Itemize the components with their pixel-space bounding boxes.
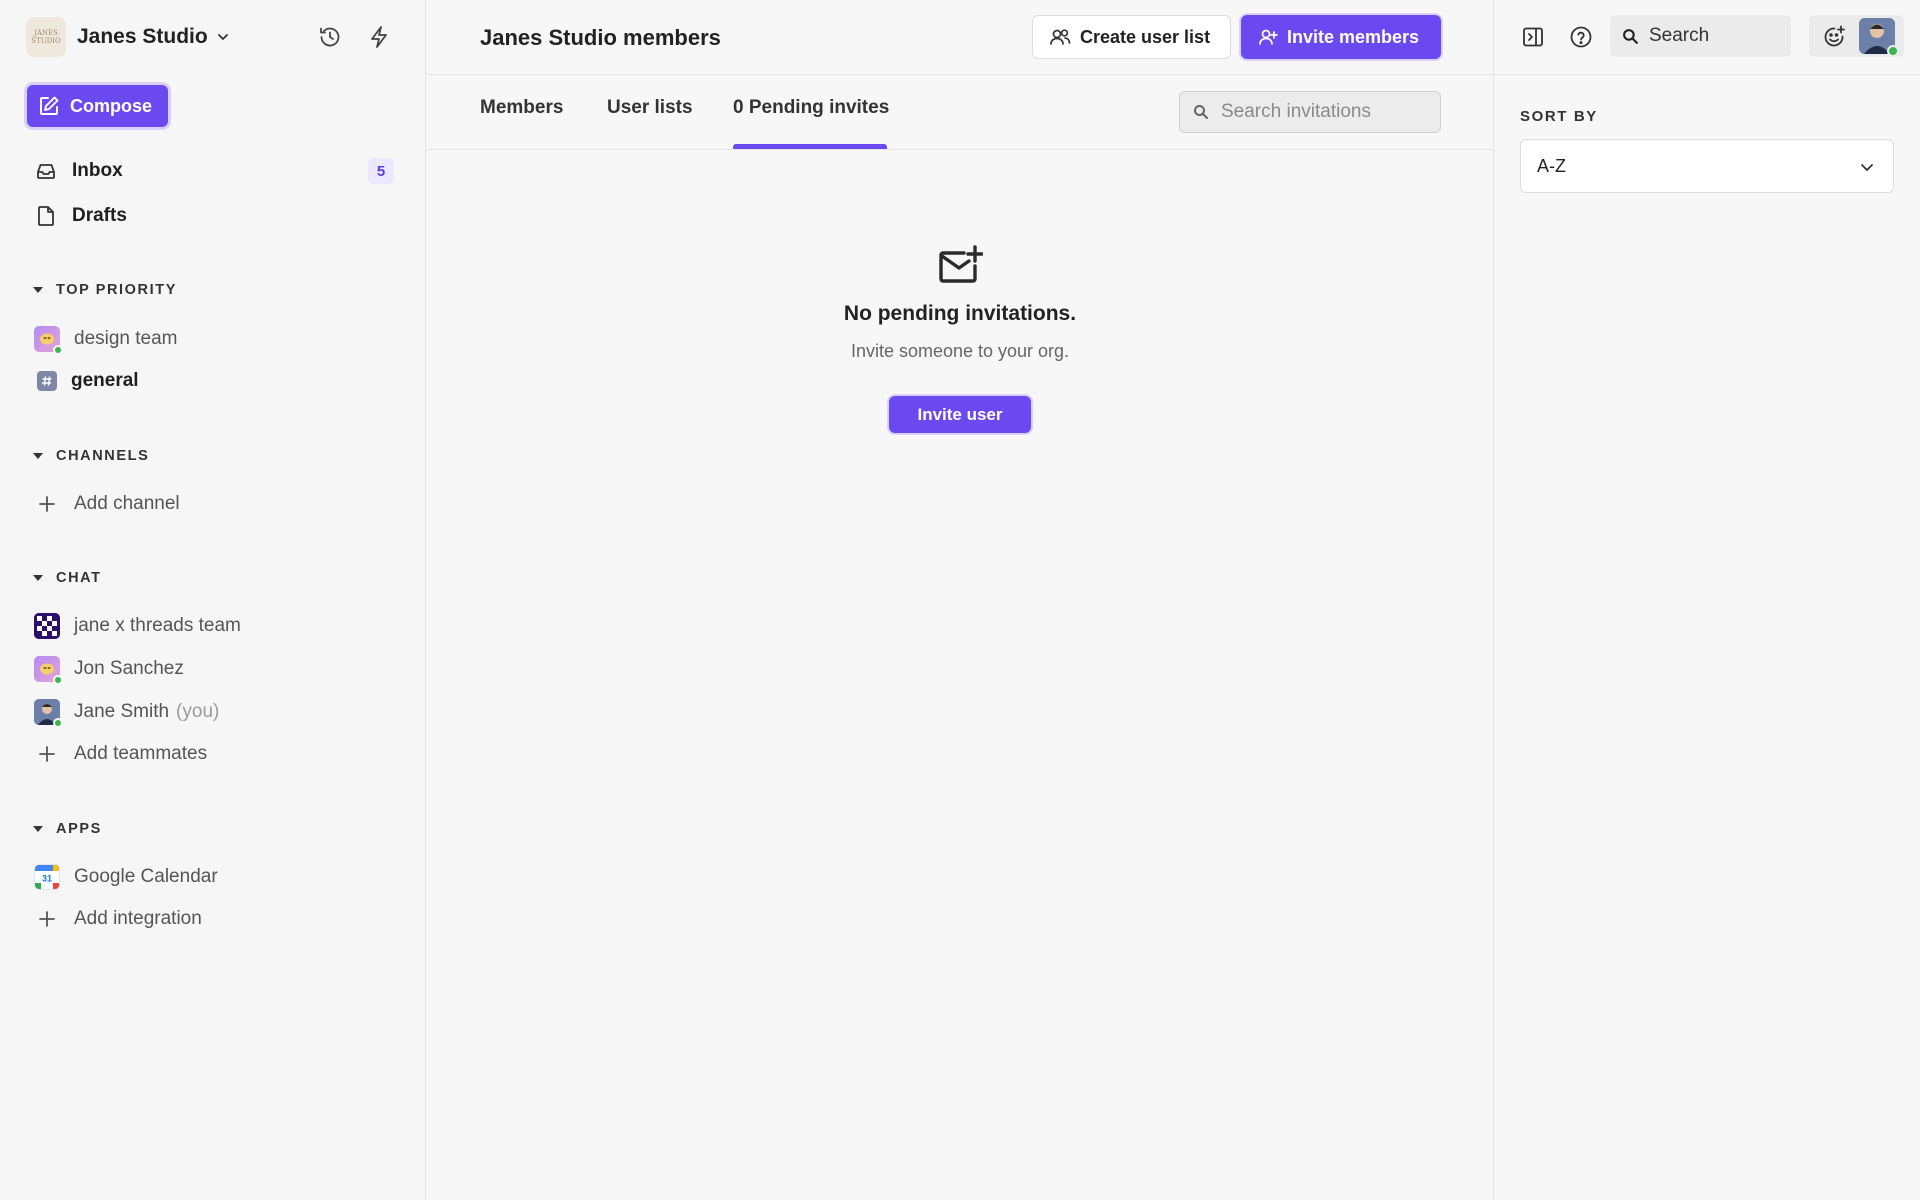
tab-pending-invites[interactable]: 0 Pending invites	[733, 97, 889, 119]
invite-user-button[interactable]: Invite user	[889, 396, 1031, 433]
plus-icon	[34, 741, 60, 767]
help-icon[interactable]	[1566, 22, 1596, 52]
sidebar-item-drafts[interactable]: Drafts	[34, 199, 394, 233]
invite-members-button[interactable]: Invite members	[1241, 15, 1441, 59]
chat-label: Jon Sanchez	[74, 658, 184, 679]
channel-label: design team	[74, 328, 178, 349]
caret-down-icon	[33, 575, 43, 581]
hash-icon	[37, 371, 57, 391]
add-integration-button[interactable]: Add integration	[34, 902, 394, 936]
section-channels[interactable]: CHANNELS	[32, 446, 149, 466]
channel-label: general	[71, 370, 139, 391]
chevron-down-icon	[1861, 164, 1873, 171]
sidebar-item-design-team[interactable]: design team	[34, 322, 394, 356]
compose-label: Compose	[70, 95, 153, 116]
right-panel: Search SORT BY A-Z	[1493, 0, 1920, 1200]
header-divider	[1494, 74, 1920, 75]
tab-user-lists[interactable]: User lists	[607, 97, 693, 119]
inbox-icon	[37, 164, 55, 179]
inbox-label: Inbox	[72, 160, 123, 181]
group-avatar	[34, 613, 60, 639]
sidebar-item-jane-x-threads-team[interactable]: jane x threads team	[34, 609, 394, 643]
search-icon	[1623, 28, 1638, 44]
self-indicator: (you)	[176, 701, 220, 722]
section-title: CHAT	[56, 570, 102, 586]
online-indicator	[53, 345, 63, 355]
tab-members[interactable]: Members	[480, 97, 563, 119]
add-teammates-label: Add teammates	[74, 743, 208, 764]
add-channel-button[interactable]: Add channel	[34, 487, 394, 521]
search-invitations-field[interactable]	[1179, 91, 1441, 133]
online-indicator	[1887, 45, 1899, 57]
create-user-list-button[interactable]: Create user list	[1032, 15, 1231, 59]
sidebar-item-jane-smith[interactable]: Jane Smith (you)	[34, 695, 394, 729]
add-integration-label: Add integration	[74, 908, 202, 929]
search-icon	[1194, 105, 1208, 119]
empty-state: No pending invitations. Invite someone t…	[427, 244, 1493, 433]
sidebar: JANES STUDIO Janes Studio Compose Inbox …	[0, 0, 426, 1200]
emoji-add-icon[interactable]	[1821, 24, 1847, 50]
members-main: Janes Studio members Create user list In…	[427, 0, 1493, 1200]
status-area	[1809, 15, 1904, 57]
group-avatar	[34, 326, 63, 355]
user-plus-icon	[1259, 29, 1278, 45]
chat-label: Jane Smith	[74, 701, 170, 722]
empty-state-subtitle: Invite someone to your org.	[850, 341, 1070, 361]
section-title: CHANNELS	[56, 448, 150, 464]
empty-state-title: No pending invitations.	[843, 302, 1077, 325]
inbox-count-badge: 5	[368, 158, 394, 184]
sort-by-label: SORT BY	[1520, 108, 1598, 125]
header-divider	[427, 74, 1493, 75]
caret-down-icon	[33, 826, 43, 832]
workspace-switcher[interactable]: JANES STUDIO Janes Studio	[26, 17, 230, 57]
caret-down-icon	[33, 287, 43, 293]
section-top-priority[interactable]: TOP PRIORITY	[32, 280, 177, 300]
user-avatar	[34, 656, 63, 685]
lightning-icon[interactable]	[364, 22, 394, 52]
online-indicator	[53, 718, 63, 728]
sidebar-item-general[interactable]: general	[34, 364, 394, 398]
tabs-divider	[427, 149, 1493, 150]
drafts-label: Drafts	[72, 205, 127, 226]
page-title: Janes Studio members	[480, 25, 721, 50]
caret-down-icon	[33, 453, 43, 459]
add-teammates-button[interactable]: Add teammates	[34, 737, 394, 771]
calendar-day-text: 31	[42, 874, 52, 884]
section-apps[interactable]: APPS	[32, 819, 102, 839]
sort-by-select[interactable]: A-Z	[1520, 139, 1894, 193]
online-indicator	[53, 675, 63, 685]
sidebar-item-inbox[interactable]: Inbox 5	[34, 154, 394, 188]
section-title: TOP PRIORITY	[56, 282, 177, 298]
invite-members-label: Invite members	[1287, 26, 1420, 47]
plus-icon	[34, 491, 60, 517]
sort-by-value: A-Z	[1537, 155, 1566, 176]
compose-button[interactable]: Compose	[27, 85, 168, 127]
chat-label: jane x threads team	[74, 615, 241, 636]
app-label: Google Calendar	[74, 866, 218, 887]
workspace-logo: JANES STUDIO	[26, 17, 66, 57]
plus-icon	[34, 906, 60, 932]
sidebar-item-google-calendar[interactable]: 31 Google Calendar	[34, 860, 394, 894]
global-search-label: Search	[1649, 25, 1710, 46]
user-avatar	[34, 699, 63, 728]
create-user-list-label: Create user list	[1080, 26, 1211, 47]
sidebar-toggle-icon[interactable]	[1518, 22, 1548, 52]
search-invitations-input[interactable]	[1221, 101, 1421, 123]
global-search[interactable]: Search	[1610, 15, 1791, 57]
mail-plus-icon	[939, 245, 983, 283]
add-channel-label: Add channel	[74, 493, 180, 514]
workspace-name: Janes Studio	[77, 25, 208, 48]
chevron-down-icon	[216, 30, 230, 44]
section-chat[interactable]: CHAT	[32, 568, 102, 588]
users-icon	[1050, 29, 1071, 45]
compose-icon	[40, 96, 59, 115]
history-icon[interactable]	[315, 22, 345, 52]
google-calendar-icon: 31	[34, 864, 60, 890]
sidebar-item-jon-sanchez[interactable]: Jon Sanchez	[34, 652, 394, 686]
drafts-icon	[38, 206, 54, 226]
section-title: APPS	[56, 821, 102, 837]
